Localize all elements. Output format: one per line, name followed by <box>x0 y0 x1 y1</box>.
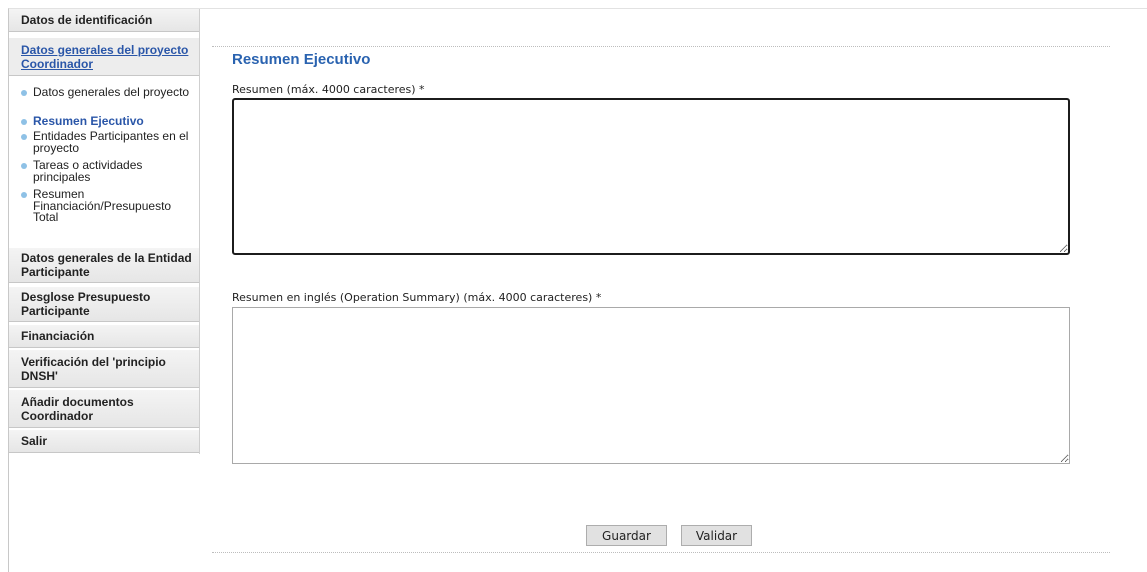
menu-anadir-documentos[interactable]: Añadir documentos Coordinador <box>9 390 199 428</box>
menu-datos-generales-proyecto-coordinador[interactable]: Datos generales del proyecto Coordinador <box>9 38 199 76</box>
bullet-icon <box>21 119 27 125</box>
menu-label: Desglose Presupuesto Participante <box>21 290 151 318</box>
bullet-icon <box>21 134 27 140</box>
resumen-label: Resumen (máx. 4000 caracteres) * <box>232 83 425 96</box>
menu-link[interactable]: Datos generales del proyecto Coordinador <box>21 43 199 71</box>
menu-label: Verificación del 'principio DNSH' <box>21 354 166 383</box>
top-divider <box>212 46 1110 47</box>
resumen-ingles-textarea[interactable] <box>232 307 1070 464</box>
main-content: Resumen Ejecutivo Resumen (máx. 4000 car… <box>212 9 1110 572</box>
sidebar-menu: Datos de identificación Datos generales … <box>9 9 200 454</box>
menu-label: Salir <box>21 434 48 448</box>
menu-financiacion[interactable]: Financiación <box>9 325 199 348</box>
bullet-icon <box>21 90 27 96</box>
menu-label: Datos generales de la Entidad Participan… <box>21 251 192 279</box>
menu-verificacion-dnsh[interactable]: Verificación del 'principio DNSH' <box>9 350 199 388</box>
menu-label: Datos de identificación <box>21 13 153 27</box>
menu-desglose-presupuesto[interactable]: Desglose Presupuesto Participante <box>9 287 199 322</box>
bottom-divider <box>212 552 1110 553</box>
bullet-icon <box>21 163 27 169</box>
validar-button[interactable]: Validar <box>681 525 752 546</box>
menu-salir[interactable]: Salir <box>9 430 199 453</box>
page-title: Resumen Ejecutivo <box>232 51 371 68</box>
menu-label: Añadir documentos Coordinador <box>21 394 134 423</box>
menu-datos-identificacion[interactable]: Datos de identificación <box>9 9 199 32</box>
guardar-button[interactable]: Guardar <box>586 525 667 546</box>
resumen-textarea[interactable] <box>232 98 1070 255</box>
resumen-ingles-label: Resumen en inglés (Operation Summary) (m… <box>232 291 602 304</box>
bullet-icon <box>21 192 27 198</box>
menu-datos-generales-entidad[interactable]: Datos generales de la Entidad Participan… <box>9 248 199 283</box>
menu-label: Financiación <box>21 329 95 343</box>
